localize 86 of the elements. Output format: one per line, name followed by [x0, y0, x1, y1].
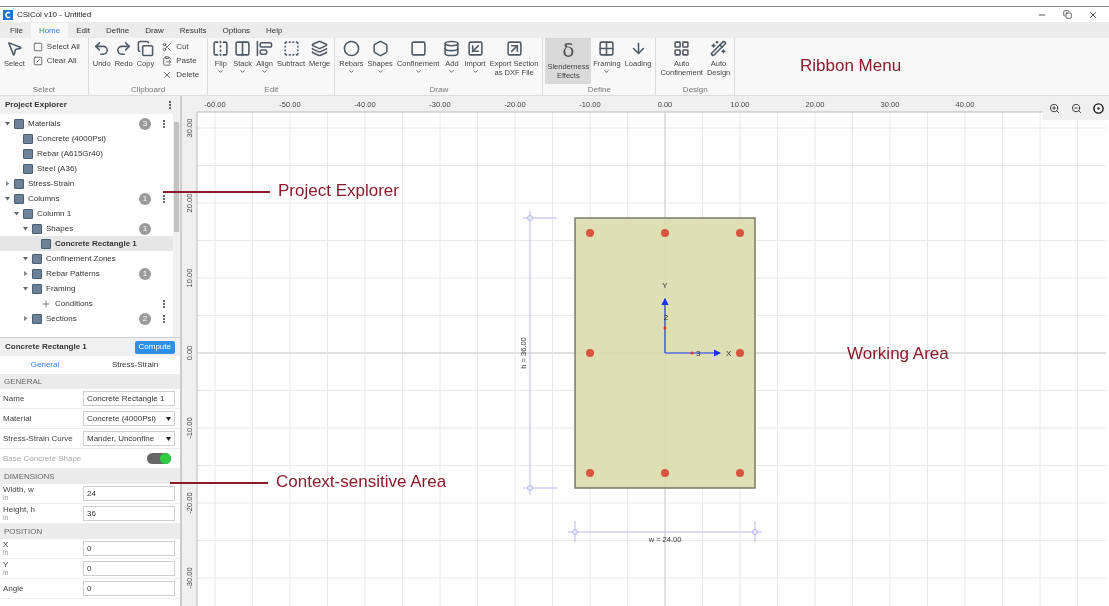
field-label: Angle	[3, 584, 25, 593]
tree-item[interactable]: Sections 2	[0, 311, 173, 326]
axis-label: Y	[662, 281, 668, 290]
menu-tab[interactable]: Edit	[68, 23, 99, 38]
field-label: Stress-Strain Curve	[3, 434, 74, 443]
count-badge: 1	[139, 267, 151, 280]
annotation-label: Working Area	[847, 343, 949, 365]
window-title: CSiCol v10 - Untitled	[17, 8, 92, 21]
axis-index: 3	[696, 349, 701, 358]
annotation-label: Project Explorer	[278, 180, 399, 202]
text-field[interactable]: Concrete Rectangle 1	[83, 391, 175, 406]
tree-item[interactable]: Concrete (4000Psi)	[0, 131, 173, 146]
panel-title: Project Explorer	[5, 99, 67, 111]
count-badge: 1	[139, 192, 151, 205]
tree-item[interactable]: Confinement Zones	[0, 251, 173, 266]
tree-label: Materials	[28, 117, 61, 130]
dropdown-field[interactable]: Mander, Unconfine	[83, 431, 175, 446]
menu-tab[interactable]: Home	[30, 23, 69, 38]
tree-label: Steel (A36)	[37, 162, 78, 175]
tree-label: Stress-Strain	[28, 177, 75, 190]
axis-index: 2	[663, 313, 669, 322]
tree-item[interactable]: Stress-Strain	[0, 176, 173, 191]
text-field[interactable]: 0	[83, 581, 175, 596]
dropdown-field[interactable]: Concrete (4000Psi)	[83, 411, 175, 426]
menu-tab[interactable]: Results	[171, 23, 215, 38]
section-header: POSITION	[0, 524, 180, 539]
menu-tab[interactable]: Draw	[137, 23, 172, 38]
tree-item[interactable]: Materials 3	[0, 116, 173, 131]
text-field[interactable]: 24	[83, 486, 175, 501]
ribbon-group-label: Define	[586, 84, 612, 95]
tree-item[interactable]: Shapes 1	[0, 221, 173, 236]
annotation-label: Ribbon Menu	[800, 55, 902, 77]
ribbon-group-label: Select	[31, 84, 56, 95]
count-badge: 3	[139, 117, 151, 130]
ribbon-small-button[interactable]: Select All	[30, 40, 82, 53]
tree-item[interactable]: Framing	[0, 281, 173, 296]
tree-item[interactable]: Concrete Rectangle 1	[0, 236, 173, 251]
axis-label: X	[726, 349, 732, 358]
ribbon-group-label: Draw	[428, 84, 450, 95]
tree-label: Column 1	[37, 207, 72, 220]
field-label: Material	[3, 414, 33, 423]
tree-label: Conditions	[55, 297, 93, 310]
tree-label: Framing	[46, 282, 76, 295]
menu-tab[interactable]: Help	[258, 23, 291, 38]
panel-tab[interactable]: General	[0, 356, 90, 374]
field-label: Height, h	[3, 505, 37, 514]
tree-label: Rebar (A615Gr40)	[37, 147, 103, 160]
ribbon-group-label: Edit	[263, 84, 280, 95]
tree-item[interactable]: Columns 1	[0, 191, 173, 206]
panel-tab[interactable]: Stress-Strain	[90, 356, 180, 374]
tree-label: Confinement Zones	[46, 252, 116, 265]
section-header: GENERAL	[0, 374, 180, 389]
ribbon-small-button[interactable]: Delete	[160, 68, 202, 81]
annotation-label: Context-sensitive Area	[276, 471, 447, 493]
tree-label: Sections	[46, 312, 77, 325]
field-label: Width, w	[3, 485, 35, 494]
count-badge: 1	[139, 222, 151, 235]
panel-title: Concrete Rectangle 1	[5, 341, 87, 353]
ribbon-small-button[interactable]: Cut	[160, 40, 202, 53]
ribbon-group-label: Clipboard	[129, 84, 167, 95]
tree-label: Concrete Rectangle 1	[55, 237, 137, 250]
tree-item[interactable]: Steel (A36)	[0, 161, 173, 176]
field-label: X	[3, 540, 10, 549]
tree-label: Concrete (4000Psi)	[37, 132, 106, 145]
text-field[interactable]: 0	[83, 541, 175, 556]
delta-symbol: δ	[562, 40, 575, 60]
tree-item[interactable]: Rebar (A615Gr40)	[0, 146, 173, 161]
count-badge: 2	[139, 312, 151, 325]
text-field[interactable]: 36	[83, 506, 175, 521]
tree-label: Shapes	[46, 222, 74, 235]
ribbon-small-button[interactable]: Paste	[160, 54, 202, 67]
menu-tab[interactable]: Define	[98, 23, 138, 38]
field-label: Base Concrete Shape	[3, 454, 83, 463]
text-field[interactable]: 0	[83, 561, 175, 576]
tree-label: Columns	[28, 192, 60, 205]
field-label: Name	[3, 394, 26, 403]
ribbon-group-label: Design	[681, 84, 709, 95]
section-header: DIMENSIONS	[0, 469, 180, 484]
tree-item[interactable]: Column 1	[0, 206, 173, 221]
tree-label: Rebar Patterns	[46, 267, 100, 280]
menu-tab[interactable]: Options	[214, 23, 259, 38]
ribbon-small-button[interactable]: Clear All	[30, 54, 82, 67]
field-label: Y	[3, 560, 10, 569]
tree-item[interactable]: Conditions	[0, 296, 173, 311]
menu-tab[interactable]: File	[2, 23, 31, 38]
tree-item[interactable]: Rebar Patterns 1	[0, 266, 173, 281]
